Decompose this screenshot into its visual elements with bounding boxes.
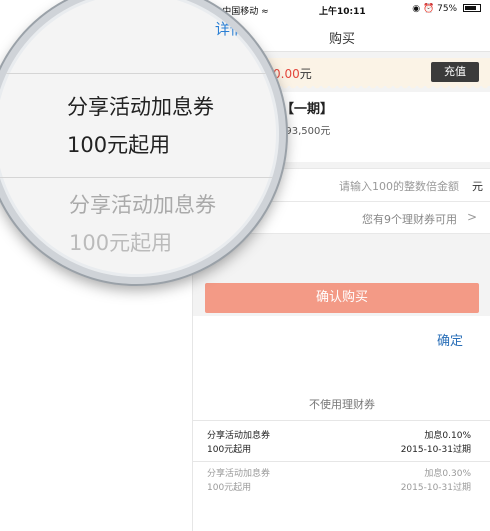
coupon-expiry: 2015-10-31过期 — [400, 445, 471, 455]
divider — [0, 73, 279, 74]
coupon-picker-sheet: 确定 不使用理财券 分享活动加息券 加息0.10% 100元起用 2015-10… — [193, 316, 490, 531]
coupon-condition: 100元起用 — [207, 483, 252, 493]
coupon-title: 分享活动加息券 — [207, 469, 271, 479]
lock-icon: ◉ — [412, 4, 421, 14]
product-amount: 893,500元 — [279, 126, 331, 137]
magnified-coupon-condition: 100元起用 — [67, 133, 171, 157]
amount-input[interactable] — [293, 176, 459, 196]
magnified-coupon-title: 分享活动加息券 — [67, 95, 214, 119]
coupon-rate: 加息0.10% — [424, 431, 471, 441]
magnified-coupon-title-faded: 分享活动加息券 — [69, 193, 216, 217]
ok-button[interactable]: 确定 — [437, 330, 463, 349]
amount-unit: 元 — [472, 180, 483, 193]
alarm-icon: ⏰ — [423, 4, 435, 14]
tab-buy[interactable]: 购买 — [329, 28, 355, 47]
magnifier-lens: 详情 分享活动加息券 100元起用 分享活动加息券 100元起用 — [0, 0, 286, 284]
status-right: ◉ ⏰ 75% — [412, 4, 481, 14]
coupon-available-text: 您有9个理财券可用 — [362, 213, 457, 226]
divider — [193, 461, 490, 462]
chevron-right-icon: > — [466, 210, 477, 224]
no-coupon-option[interactable]: 不使用理财券 — [193, 396, 490, 412]
recharge-button[interactable]: 充值 — [431, 62, 479, 82]
coupon-title: 分享活动加息券 — [207, 431, 271, 441]
coupon-expiry: 2015-10-31过期 — [400, 483, 471, 493]
battery-percent: 75% — [437, 4, 458, 14]
product-name: 【一期】 — [281, 102, 334, 117]
coupon-condition: 100元起用 — [207, 445, 252, 455]
magnified-coupon-condition-faded: 100元起用 — [69, 231, 173, 255]
confirm-buy-button[interactable]: 确认购买 — [205, 283, 479, 313]
divider — [193, 420, 490, 421]
balance-currency: 元 — [299, 67, 312, 81]
battery-icon — [463, 4, 481, 12]
status-time: 上午10:11 — [319, 7, 366, 17]
magnified-content: 详情 分享活动加息券 100元起用 分享活动加息券 100元起用 — [0, 0, 279, 277]
divider — [0, 177, 279, 178]
coupon-rate: 加息0.30% — [424, 469, 471, 479]
magnified-tab-label: 详情 — [215, 20, 246, 38]
